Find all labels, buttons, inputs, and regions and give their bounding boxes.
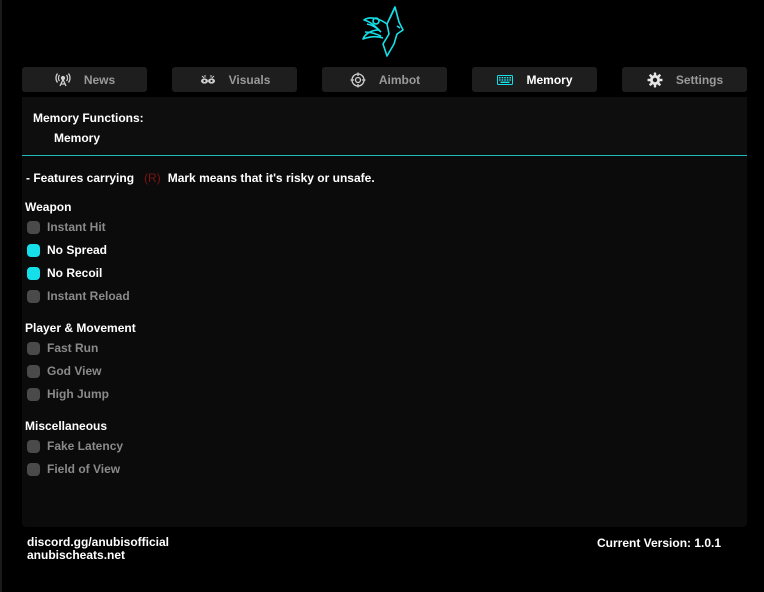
section-miscellaneous-title: Miscellaneous	[25, 419, 108, 433]
tab-memory-label: Memory	[526, 72, 573, 87]
option-no-spread[interactable]: No Spread	[27, 242, 107, 258]
window-edge	[0, 0, 2, 592]
tab-settings-label: Settings	[675, 72, 724, 87]
antenna-icon	[54, 71, 72, 89]
memory-panel: Memory Functions: Memory - Features carr…	[22, 97, 747, 527]
option-label: No Spread	[47, 243, 108, 257]
tab-visuals[interactable]: Visuals	[172, 67, 297, 92]
option-instant-hit[interactable]: Instant Hit	[27, 219, 106, 235]
option-instant-reload[interactable]: Instant Reload	[27, 288, 130, 304]
anubis-logo-icon	[362, 6, 404, 57]
section-player-movement-title: Player & Movement	[25, 321, 136, 335]
tab-visuals-label: Visuals	[228, 72, 271, 87]
risk-note-prefix: - Features carrying	[26, 171, 135, 185]
tab-aimbot[interactable]: Aimbot	[322, 67, 447, 92]
gear-icon	[646, 71, 664, 89]
version-label: Current Version: 1.0.1	[597, 536, 722, 550]
eyes-icon	[199, 71, 217, 89]
checkbox[interactable]	[27, 462, 40, 476]
tab-aimbot-label: Aimbot	[378, 72, 421, 87]
option-field-of-view[interactable]: Field of View	[27, 461, 120, 477]
tab-news[interactable]: News	[22, 67, 147, 92]
app-window: News Visuals Aimbot Memory Settings Memo…	[0, 0, 764, 592]
option-fast-run[interactable]: Fast Run	[27, 340, 98, 356]
checkbox[interactable]	[27, 341, 40, 355]
footer-links: discord.gg/anubisofficial anubischeats.n…	[27, 536, 169, 562]
checkbox[interactable]	[27, 289, 40, 303]
checkbox[interactable]	[27, 387, 40, 401]
panel-header: Memory Functions: Memory	[22, 97, 747, 156]
checkbox[interactable]	[27, 220, 40, 234]
option-label: Fake Latency	[47, 439, 124, 453]
option-label: No Recoil	[47, 266, 103, 280]
tab-settings[interactable]: Settings	[622, 67, 747, 92]
panel-title: Memory Functions:	[33, 111, 144, 125]
checkbox[interactable]	[27, 243, 40, 257]
tab-memory[interactable]: Memory	[472, 67, 597, 92]
panel-subtitle: Memory	[54, 131, 101, 145]
risk-note: - Features carrying (R) Mark means that it…	[26, 171, 375, 185]
option-label: Instant Reload	[47, 289, 130, 303]
risk-mark: (R)	[144, 171, 161, 185]
option-no-recoil[interactable]: No Recoil	[27, 265, 102, 281]
section-weapon-title: Weapon	[25, 200, 72, 214]
tab-bar: News Visuals Aimbot Memory Settings	[22, 67, 747, 92]
option-label: High Jump	[47, 387, 109, 401]
option-label: Fast Run	[47, 341, 99, 355]
risk-note-suffix: Mark means that it's risky or unsafe.	[167, 171, 375, 185]
option-fake-latency[interactable]: Fake Latency	[27, 438, 123, 454]
option-label: Instant Hit	[47, 220, 106, 234]
option-label: Field of View	[47, 462, 121, 476]
checkbox[interactable]	[27, 364, 40, 378]
checkbox[interactable]	[27, 439, 40, 453]
option-god-view[interactable]: God View	[27, 363, 101, 379]
tab-news-label: News	[83, 72, 116, 87]
keyboard-icon	[496, 71, 514, 89]
option-label: God View	[47, 364, 102, 378]
crosshair-icon	[349, 71, 367, 89]
checkbox[interactable]	[27, 266, 40, 280]
option-high-jump[interactable]: High Jump	[27, 386, 109, 402]
website-link[interactable]: anubischeats.net	[27, 549, 169, 562]
